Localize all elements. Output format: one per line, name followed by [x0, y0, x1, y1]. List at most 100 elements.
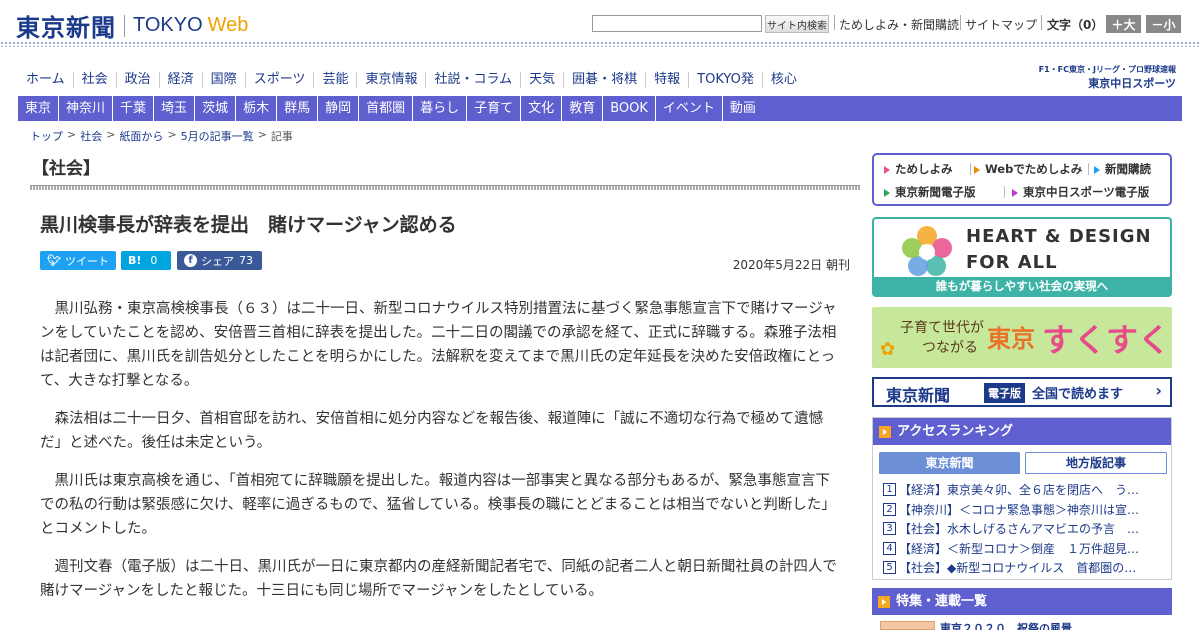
- nav-item-weather[interactable]: 天気: [520, 72, 563, 88]
- twitter-bird-icon: 🐦︎: [47, 254, 61, 267]
- facebook-share-button[interactable]: f シェア 73: [177, 251, 262, 270]
- region-item-ibaraki[interactable]: 茨城: [194, 96, 235, 121]
- features-title: 特集・連載一覧: [896, 594, 988, 609]
- region-item-kanagawa[interactable]: 神奈川: [58, 96, 112, 121]
- ranking-item[interactable]: 4 【経済】＜新型コロナ＞倒産 １万件超見…: [883, 539, 1163, 559]
- font-smaller-button[interactable]: －小: [1146, 15, 1181, 33]
- quick-link-label: 新聞購読: [1105, 162, 1151, 176]
- trial-subscribe-link[interactable]: ためしよみ・新聞購読: [839, 16, 959, 33]
- region-item-gunma[interactable]: 群馬: [276, 96, 317, 121]
- nav-item-international[interactable]: 国際: [201, 72, 245, 88]
- site-logo[interactable]: 東京新聞 TOKYO Web: [16, 8, 248, 43]
- access-ranking-box: アクセスランキング 東京新聞 地方版記事 1 【経済】東京美々卯、全６店を閉店へ …: [872, 417, 1172, 580]
- tweet-button[interactable]: 🐦︎ ツイート: [40, 251, 116, 270]
- chunichi-tagline: F1・FC東京・Jリーグ・プロ野球速報: [1038, 65, 1176, 74]
- tab-tokyo-shimbun[interactable]: 東京新聞: [879, 452, 1020, 474]
- nav-item-society[interactable]: 社会: [72, 72, 116, 88]
- ranking-list: 1 【経済】東京美々卯、全６店を閉店へ う… 2 【神奈川】＜コロナ緊急事態＞神奈川…: [883, 480, 1163, 578]
- logo-divider: [124, 14, 125, 37]
- header-divider: [960, 15, 961, 30]
- hatena-count: 0: [150, 254, 158, 267]
- nav-item-tokyo-info[interactable]: 東京情報: [356, 72, 425, 88]
- article-headline: 黒川検事長が辞表を提出 賭けマージャン認める: [40, 214, 457, 236]
- site-search-button[interactable]: サイト内検索: [765, 15, 829, 33]
- nav-item-kakushin[interactable]: 核心: [761, 72, 805, 88]
- region-item-saitama[interactable]: 埼玉: [153, 96, 194, 121]
- ranking-item[interactable]: 2 【神奈川】＜コロナ緊急事態＞神奈川は宣…: [883, 500, 1163, 520]
- nav-item-home[interactable]: ホーム: [18, 72, 73, 88]
- region-item-shutoken[interactable]: 首都圏: [358, 96, 412, 121]
- region-item-chiba[interactable]: 千葉: [112, 96, 153, 121]
- quick-link-label: Webでためしよみ: [985, 162, 1083, 176]
- nav-item-tokyo-hatsu[interactable]: TOKYO発: [688, 72, 762, 88]
- quick-link-digital[interactable]: 東京新聞電子版: [884, 184, 976, 200]
- heart-title-line2: FOR ALL: [966, 252, 1058, 273]
- region-item-shizuoka[interactable]: 静岡: [317, 96, 358, 121]
- breadcrumb-print[interactable]: 紙面から: [119, 128, 163, 144]
- region-item-video[interactable]: 動画: [721, 96, 763, 121]
- nav-item-sports[interactable]: スポーツ: [244, 72, 314, 88]
- sitemap-link[interactable]: サイトマップ: [965, 16, 1037, 33]
- region-item-event[interactable]: イベント: [654, 96, 722, 121]
- denshi-text: 全国で読めます: [1032, 387, 1124, 402]
- nav-item-editorial[interactable]: 社説・コラム: [425, 72, 520, 88]
- breadcrumb-society[interactable]: 社会: [80, 128, 102, 144]
- region-item-kurashi[interactable]: 暮らし: [412, 96, 466, 121]
- font-size-label: 文字（0）: [1047, 18, 1104, 32]
- digital-edition-banner[interactable]: 東京新聞 電子版 全国で読めます ›: [872, 377, 1172, 407]
- nav-item-economy[interactable]: 経済: [158, 72, 202, 88]
- quick-link-label: ためしよみ: [895, 162, 953, 176]
- region-item-tokyo[interactable]: 東京: [18, 96, 58, 121]
- quick-divider: [970, 163, 971, 175]
- breadcrumb-separator: >: [257, 128, 267, 141]
- quick-link-chunichi-digital[interactable]: 東京中日スポーツ電子版: [1012, 184, 1149, 200]
- breadcrumb-separator: >: [167, 128, 177, 141]
- quick-link-web-trial[interactable]: Webでためしよみ: [974, 161, 1082, 177]
- article-body: 黒川弘務・東京高検検事長（６３）は二十一日、新型コロナウイルス特別措置法に基づく…: [40, 297, 840, 617]
- nav-item-go-shogi[interactable]: 囲碁・将棋: [563, 72, 645, 88]
- quick-links-box: ためしよみ Webでためしよみ 新聞購読 東京新聞電子版 東京中日スポーツ電子版: [872, 153, 1172, 206]
- rank-number: 4: [883, 541, 896, 555]
- breadcrumb-may-list[interactable]: 5月の記事一覧: [181, 128, 254, 144]
- heart-design-banner[interactable]: HEART & DESIGN FOR ALL 誰もが暮らしやすい社会の実現へ: [872, 217, 1172, 297]
- section-title: 【社会】: [32, 159, 100, 179]
- nav-item-entertainment[interactable]: 芸能: [313, 72, 356, 88]
- region-item-book[interactable]: BOOK: [602, 96, 655, 121]
- ranking-item[interactable]: 3 【社会】水木しげるさんアマビエの予言 …: [883, 519, 1163, 539]
- site-search-input[interactable]: [592, 15, 762, 32]
- quick-link-label: 東京中日スポーツ電子版: [1023, 185, 1150, 199]
- feature-item-text[interactable]: 東京２０２０ 祝祭の風景: [940, 620, 1072, 630]
- region-item-kyoiku[interactable]: 教育: [561, 96, 602, 121]
- rank-number: 5: [883, 561, 896, 575]
- nav-item-tokuho[interactable]: 特報: [645, 72, 688, 88]
- tweet-label: ツイート: [64, 254, 109, 268]
- denshi-logo: 東京新聞: [886, 386, 951, 405]
- hatena-bookmark-button[interactable]: B! 0: [121, 251, 171, 270]
- ranking-header: アクセスランキング: [873, 418, 1171, 445]
- sukusuku-banner[interactable]: 子育て世代が つながる 東京 すくすく ✿: [872, 307, 1172, 368]
- nav-item-politics[interactable]: 政治: [115, 72, 159, 88]
- breadcrumb-separator: >: [106, 128, 116, 141]
- font-larger-button[interactable]: ＋大: [1106, 15, 1141, 33]
- ranking-item-text: 【経済】＜新型コロナ＞倒産 １万件超見…: [899, 541, 1140, 556]
- quick-link-trial[interactable]: ためしよみ: [884, 161, 953, 177]
- chunichi-sports-link[interactable]: F1・FC東京・Jリーグ・プロ野球速報 東京中日スポーツ: [1026, 64, 1176, 90]
- quick-link-subscribe[interactable]: 新聞購読: [1094, 161, 1151, 177]
- rank-number: 1: [883, 483, 896, 497]
- sukusuku-logo: すくすく: [1042, 321, 1171, 359]
- breadcrumb-current: 記事: [270, 130, 293, 143]
- region-item-tochigi[interactable]: 栃木: [235, 96, 276, 121]
- ranking-item[interactable]: 5 【社会】◆新型コロナウイルス 首都圏の…: [883, 558, 1163, 578]
- region-item-bunka[interactable]: 文化: [520, 96, 561, 121]
- arrow-icon: [884, 165, 890, 174]
- arrow-icon: [1012, 188, 1018, 197]
- breadcrumb-top[interactable]: トップ: [30, 128, 63, 144]
- hatena-b-icon: B!: [128, 254, 142, 267]
- play-square-icon: [879, 425, 891, 438]
- tab-local-edition[interactable]: 地方版記事: [1025, 452, 1167, 474]
- main-nav: ホーム 社会 政治 経済 国際 スポーツ 芸能 東京情報 社説・コラム 天気 囲…: [18, 69, 805, 91]
- feature-thumbnail[interactable]: [880, 621, 935, 630]
- section-divider: [30, 185, 860, 190]
- ranking-item[interactable]: 1 【経済】東京美々卯、全６店を閉店へ う…: [883, 480, 1163, 500]
- region-item-kosodate[interactable]: 子育て: [466, 96, 520, 121]
